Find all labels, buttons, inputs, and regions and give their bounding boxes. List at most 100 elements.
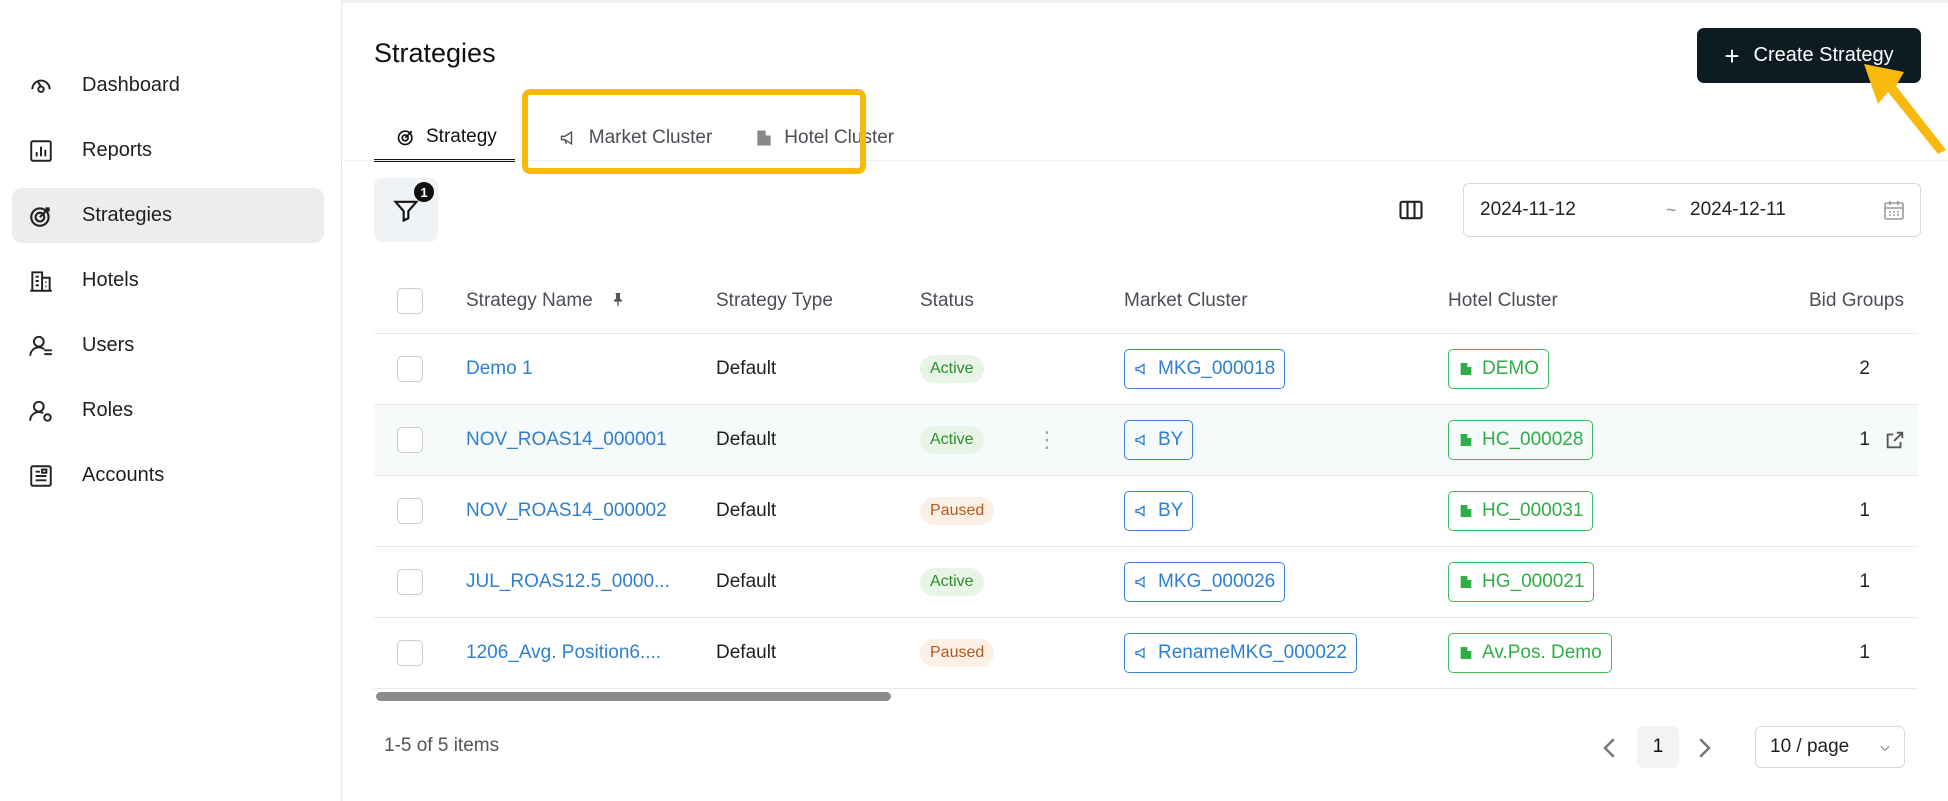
strategy-name-link[interactable]: Demo 1 bbox=[466, 358, 533, 380]
bid-groups-count: 1 bbox=[1859, 429, 1870, 450]
status-badge: Paused bbox=[920, 639, 995, 667]
accounts-icon bbox=[30, 464, 52, 487]
sidebar-item-users[interactable]: Users bbox=[12, 318, 324, 373]
sidebar-item-label: Hotels bbox=[82, 269, 139, 291]
building-icon bbox=[1460, 647, 1472, 659]
roles-icon bbox=[29, 400, 52, 422]
page-number-button[interactable]: 1 bbox=[1637, 726, 1679, 768]
chevron-down-icon bbox=[1880, 745, 1890, 752]
market-cluster-tag[interactable]: MKG_000018 bbox=[1124, 349, 1286, 389]
chevron-right-icon[interactable] bbox=[1689, 733, 1719, 763]
strategy-type: Default bbox=[716, 358, 777, 379]
row-checkbox[interactable] bbox=[397, 498, 423, 524]
column-header-hotel-cluster[interactable]: Hotel Cluster bbox=[1448, 290, 1558, 312]
tab-market-cluster[interactable]: Market Cluster bbox=[559, 114, 713, 162]
strategy-name-link[interactable]: JUL_ROAS12.5_0000... bbox=[466, 571, 670, 593]
market-cluster-label: MKG_000018 bbox=[1158, 358, 1276, 379]
sidebar-item-roles[interactable]: Roles bbox=[12, 383, 324, 438]
date-separator: ~ bbox=[1666, 199, 1677, 220]
users-icon bbox=[29, 335, 52, 356]
strategies-table: Strategy Name Strategy Type Status Marke… bbox=[374, 268, 1918, 689]
column-header-strategy-name[interactable]: Strategy Name bbox=[466, 290, 626, 312]
strategy-type: Default bbox=[716, 500, 777, 521]
market-cluster-label: BY bbox=[1158, 500, 1184, 521]
market-cluster-label: RenameMKG_000022 bbox=[1158, 642, 1348, 663]
table-row: NOV_ROAS14_000001 Default Active ⋮ BY HC… bbox=[374, 405, 1918, 476]
hotel-cluster-tag[interactable]: HC_000031 bbox=[1448, 491, 1594, 531]
bid-groups-count: 1 bbox=[1859, 642, 1870, 663]
strategy-name-link[interactable]: NOV_ROAS14_000002 bbox=[466, 500, 667, 522]
market-cluster-tag[interactable]: BY bbox=[1124, 420, 1194, 460]
column-header-status[interactable]: Status bbox=[920, 290, 974, 312]
status-badge: Active bbox=[920, 426, 984, 454]
sidebar-item-label: Roles bbox=[82, 399, 134, 421]
more-options-icon[interactable]: ⋮ bbox=[1036, 427, 1058, 453]
column-header-strategy-type[interactable]: Strategy Type bbox=[716, 290, 833, 312]
building-icon bbox=[1460, 576, 1472, 588]
sidebar-item-label: Reports bbox=[82, 139, 153, 161]
sidebar-item-label: Accounts bbox=[82, 464, 165, 486]
pointer-arrow-icon bbox=[1864, 64, 1946, 154]
columns-icon[interactable] bbox=[1397, 196, 1425, 224]
date-range-picker[interactable]: 2024-11-12 ~ 2024-12-11 bbox=[1463, 183, 1921, 237]
sidebar-item-strategies[interactable]: Strategies bbox=[12, 188, 324, 243]
filter-button[interactable]: 1 bbox=[374, 178, 438, 242]
status-badge: Active bbox=[920, 568, 984, 596]
hotel-cluster-tag[interactable]: DEMO bbox=[1448, 349, 1549, 389]
megaphone-icon bbox=[1135, 576, 1145, 588]
megaphone-icon bbox=[560, 130, 573, 146]
hotel-cluster-tag[interactable]: HG_000021 bbox=[1448, 562, 1595, 602]
table-row: NOV_ROAS14_000002 Default Paused BY HC_0… bbox=[374, 476, 1918, 547]
horizontal-scrollbar[interactable] bbox=[376, 692, 891, 701]
column-header-market-cluster[interactable]: Market Cluster bbox=[1124, 290, 1248, 312]
date-end-input[interactable]: 2024-12-11 bbox=[1690, 199, 1786, 221]
chevron-left-icon[interactable] bbox=[1595, 733, 1625, 763]
building-icon bbox=[1460, 363, 1472, 375]
pin-icon[interactable] bbox=[610, 290, 626, 308]
sidebar: Dashboard Reports Strategies Hotels User… bbox=[0, 0, 342, 801]
bid-groups-count: 2 bbox=[1859, 358, 1870, 379]
hotels-icon bbox=[30, 270, 52, 292]
market-cluster-tag[interactable]: RenameMKG_000022 bbox=[1124, 633, 1358, 673]
row-checkbox[interactable] bbox=[397, 569, 423, 595]
plus-icon: + bbox=[1724, 40, 1740, 71]
building-icon bbox=[1460, 434, 1472, 446]
tab-strategy[interactable]: Strategy bbox=[374, 114, 515, 162]
target-icon bbox=[397, 129, 413, 145]
hotel-cluster-tag[interactable]: HC_000028 bbox=[1448, 420, 1594, 460]
table-row: Demo 1 Default Active MKG_000018 DEMO 2 bbox=[374, 334, 1918, 405]
bid-groups-count: 1 bbox=[1859, 571, 1870, 592]
filter-count-badge: 1 bbox=[414, 182, 434, 202]
market-cluster-tag[interactable]: BY bbox=[1124, 491, 1194, 531]
tab-label: Market Cluster bbox=[588, 127, 713, 148]
external-link-icon[interactable] bbox=[1884, 429, 1906, 451]
table-header: Strategy Name Strategy Type Status Marke… bbox=[374, 268, 1918, 334]
main-content: Strategies + Create Strategy Strategy Ma… bbox=[343, 0, 1948, 801]
sidebar-item-accounts[interactable]: Accounts bbox=[12, 448, 324, 503]
sidebar-item-dashboard[interactable]: Dashboard bbox=[12, 58, 324, 113]
strategy-name-link[interactable]: 1206_Avg. Position6.... bbox=[466, 642, 661, 664]
tab-hotel-cluster[interactable]: Hotel Cluster bbox=[754, 114, 894, 162]
select-all-checkbox[interactable] bbox=[397, 287, 423, 314]
hotel-cluster-label: DEMO bbox=[1482, 358, 1539, 379]
filter-icon bbox=[393, 200, 419, 223]
date-start-input[interactable]: 2024-11-12 bbox=[1480, 199, 1576, 221]
row-checkbox[interactable] bbox=[397, 356, 423, 382]
hotel-cluster-tag[interactable]: Av.Pos. Demo bbox=[1448, 633, 1612, 673]
market-cluster-label: MKG_000026 bbox=[1158, 571, 1276, 592]
sidebar-item-hotels[interactable]: Hotels bbox=[12, 253, 324, 308]
page-size-select[interactable]: 10 / page bbox=[1755, 726, 1905, 768]
column-header-bid-groups[interactable]: Bid Groups bbox=[1809, 290, 1904, 312]
calendar-icon bbox=[1884, 201, 1904, 220]
strategy-type: Default bbox=[716, 642, 777, 663]
pagination-info: 1-5 of 5 items bbox=[384, 735, 500, 756]
market-cluster-tag[interactable]: MKG_000026 bbox=[1124, 562, 1286, 602]
tab-label: Hotel Cluster bbox=[784, 127, 895, 148]
row-checkbox[interactable] bbox=[397, 640, 423, 666]
row-checkbox[interactable] bbox=[397, 427, 423, 453]
megaphone-icon bbox=[1135, 647, 1145, 659]
page-size-label: 10 / page bbox=[1770, 736, 1850, 757]
megaphone-icon bbox=[1135, 505, 1145, 517]
strategy-name-link[interactable]: NOV_ROAS14_000001 bbox=[466, 429, 667, 451]
sidebar-item-reports[interactable]: Reports bbox=[12, 123, 324, 178]
